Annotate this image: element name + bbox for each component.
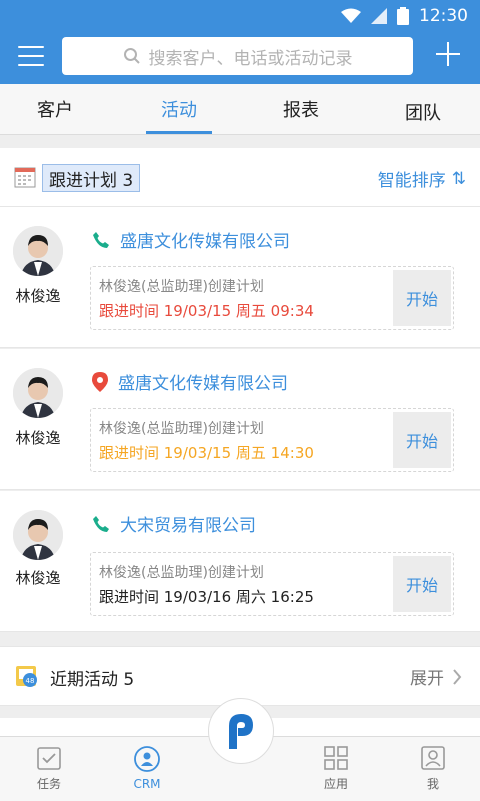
status-time: 12:30	[419, 6, 468, 26]
nav-apps[interactable]: 应用	[301, 745, 371, 792]
search-placeholder: 搜索客户、电话或活动记录	[148, 48, 353, 69]
chevron-right-icon	[453, 668, 462, 685]
company-link[interactable]: 大宋贸易有限公司	[92, 511, 256, 536]
brand-logo-icon	[229, 714, 253, 749]
expand-label: 展开	[410, 669, 444, 689]
add-button[interactable]	[434, 40, 462, 68]
start-button[interactable]: 开始	[393, 270, 451, 326]
plan-creator: 林俊逸(总监助理)创建计划	[99, 565, 264, 581]
person-name: 林俊逸	[15, 287, 61, 305]
nav-tasks-label: 任务	[36, 777, 61, 791]
profile-icon	[421, 746, 445, 770]
recent-activities-header[interactable]: 48 近期活动 5 展开	[0, 646, 480, 706]
company-name: 盛唐文化传媒有限公司	[120, 232, 290, 252]
smart-sort-label: 智能排序	[377, 171, 446, 191]
search-input[interactable]: 搜索客户、电话或活动记录	[62, 37, 413, 75]
recent-badge: 48	[26, 677, 35, 685]
plan-card[interactable]: 林俊逸 盛唐文化传媒有限公司 林俊逸(总监助理)创建计划 跟进时间 19/03/…	[0, 207, 480, 348]
start-button[interactable]: 开始	[393, 556, 451, 612]
plan-section-header: 跟进计划 3 智能排序 ⇅	[0, 148, 480, 207]
plan-card[interactable]: 林俊逸 大宋贸易有限公司 林俊逸(总监助理)创建计划 跟进时间 19/03/16…	[0, 491, 480, 632]
tasks-icon	[37, 747, 61, 770]
plan-time: 跟进时间 19/03/15 周五 14:30	[99, 444, 314, 462]
signal-icon	[371, 8, 387, 24]
phone-icon	[93, 231, 109, 248]
nav-me[interactable]: 我	[398, 745, 468, 792]
company-link[interactable]: 盛唐文化传媒有限公司	[92, 227, 290, 252]
person-name: 林俊逸	[15, 569, 61, 587]
plan-detail: 林俊逸(总监助理)创建计划 跟进时间 19/03/16 周六 16:25 开始	[90, 552, 454, 616]
plan-detail: 林俊逸(总监助理)创建计划 跟进时间 19/03/15 周五 14:30 开始	[90, 408, 454, 472]
plan-card[interactable]: 林俊逸 盛唐文化传媒有限公司 林俊逸(总监助理)创建计划 跟进时间 19/03/…	[0, 349, 480, 490]
nav-crm-label: CRM	[133, 777, 161, 791]
company-link[interactable]: 盛唐文化传媒有限公司	[92, 369, 288, 394]
wifi-icon	[341, 8, 361, 23]
location-pin-icon	[92, 371, 108, 392]
app-bar: 搜索客户、电话或活动记录	[0, 32, 480, 84]
avatar	[13, 510, 63, 560]
nav-crm[interactable]: CRM	[112, 745, 182, 791]
tab-team[interactable]: 团队	[368, 84, 478, 134]
person-name: 林俊逸	[15, 429, 61, 447]
tab-activities[interactable]: 活动	[124, 84, 234, 134]
center-action-button[interactable]	[208, 698, 274, 764]
recent-activities-title: 近期活动 5	[50, 670, 135, 690]
phone-icon	[93, 515, 109, 532]
company-name: 盛唐文化传媒有限公司	[118, 374, 288, 394]
tab-reports[interactable]: 报表	[246, 84, 356, 134]
nav-apps-label: 应用	[323, 777, 348, 791]
avatar	[13, 368, 63, 418]
tab-customers[interactable]: 客户	[0, 84, 110, 134]
plan-creator: 林俊逸(总监助理)创建计划	[99, 279, 264, 295]
plan-time: 跟进时间 19/03/15 周五 09:34	[99, 302, 314, 320]
expand-button[interactable]: 展开	[410, 664, 462, 689]
calendar-icon	[14, 167, 36, 188]
smart-sort-button[interactable]: 智能排序 ⇅	[377, 166, 466, 192]
tab-bar: 客户 活动 报表 团队	[0, 84, 480, 135]
company-name: 大宋贸易有限公司	[120, 516, 256, 536]
sort-icon: ⇅	[451, 168, 466, 189]
status-bar: 12:30	[0, 0, 480, 32]
crm-icon	[134, 746, 160, 772]
plan-detail: 林俊逸(总监助理)创建计划 跟进时间 19/03/15 周五 09:34 开始	[90, 266, 454, 330]
search-icon	[123, 48, 140, 64]
avatar	[13, 226, 63, 276]
nav-me-label: 我	[426, 777, 439, 791]
battery-icon	[397, 7, 409, 25]
menu-button[interactable]	[18, 46, 44, 70]
apps-grid-icon	[324, 746, 348, 770]
nav-tasks[interactable]: 任务	[14, 745, 84, 792]
start-button[interactable]: 开始	[393, 412, 451, 468]
recent-activity-icon: 48	[16, 666, 37, 687]
plan-creator: 林俊逸(总监助理)创建计划	[99, 421, 264, 437]
plan-section-title: 跟进计划 3	[42, 164, 141, 192]
plan-time: 跟进时间 19/03/16 周六 16:25	[99, 588, 314, 606]
